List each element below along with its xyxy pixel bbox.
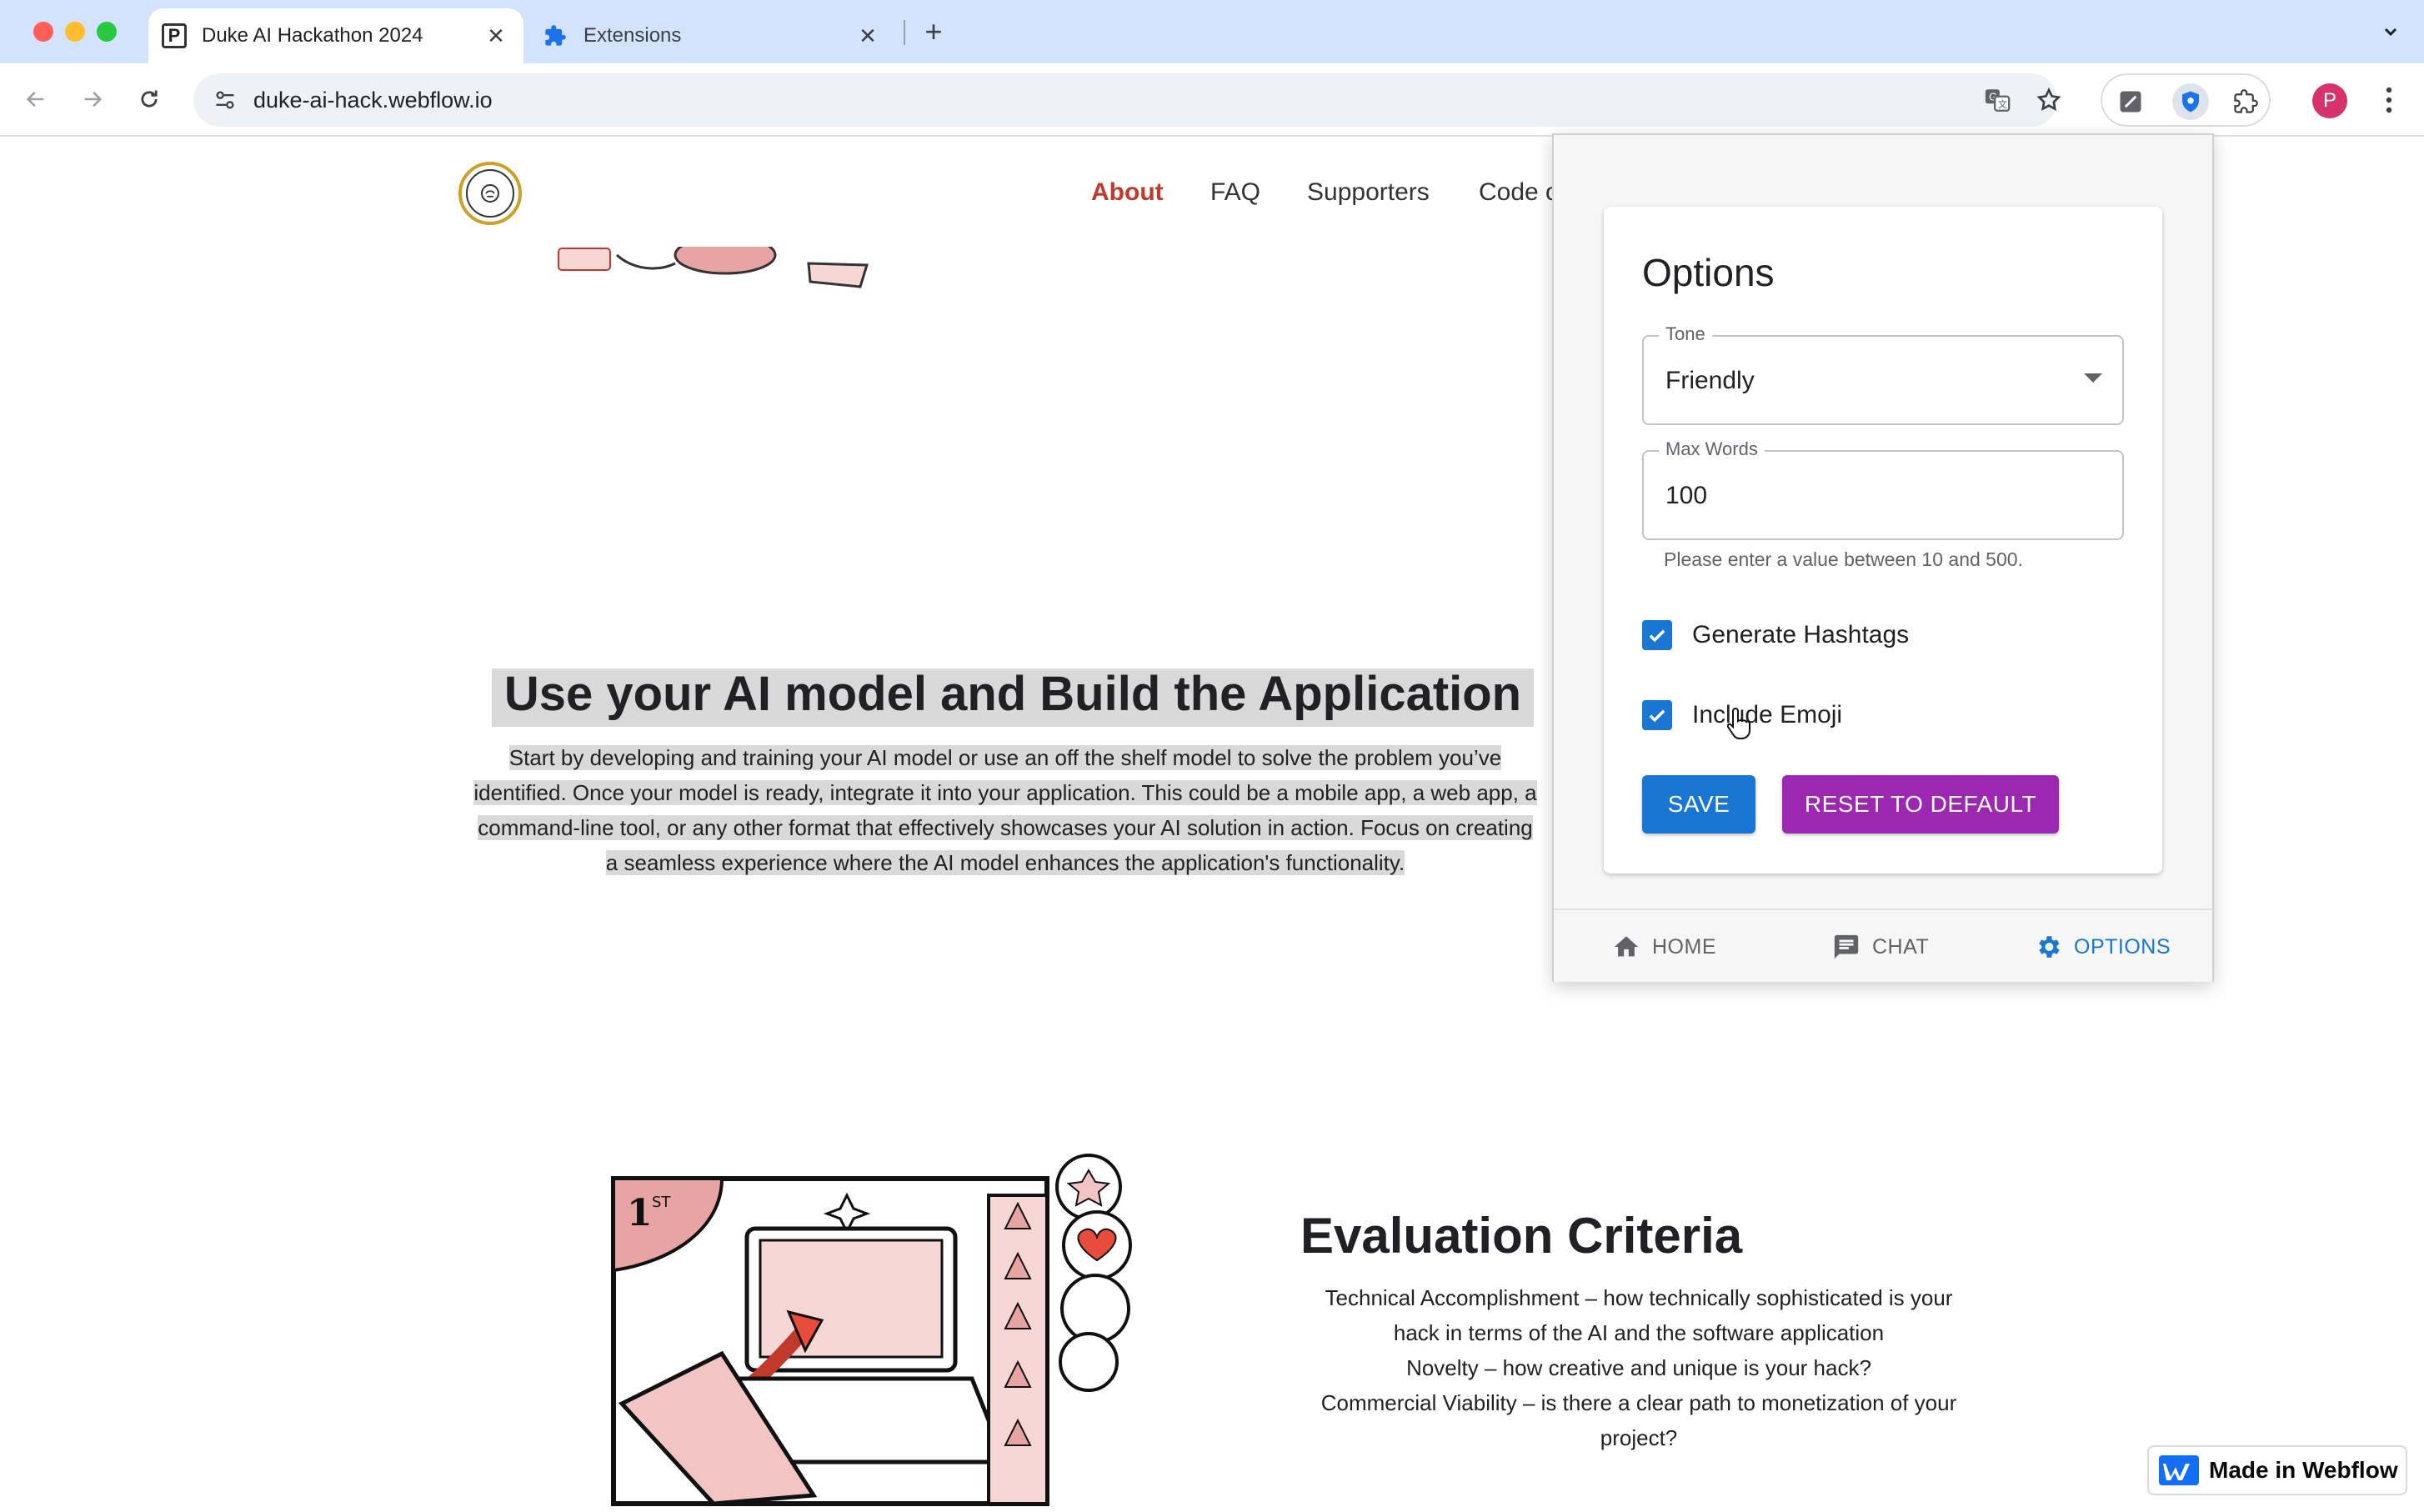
evaluation-title: Evaluation Criteria: [1300, 1208, 1743, 1264]
paragraph-line: Start by developing and training your AI…: [508, 745, 1502, 770]
tone-value: Friendly: [1665, 367, 1755, 394]
gear-icon: [2039, 936, 2060, 958]
extension-1-icon[interactable]: [2112, 83, 2149, 120]
include-emoji-label: Include Emoji: [1692, 701, 1843, 728]
zoom-window-button[interactable]: [97, 22, 117, 42]
hand-cursor-icon: [1727, 707, 1750, 739]
checkbox-checked-icon[interactable]: [1642, 620, 1672, 650]
puzzle-icon: [542, 23, 568, 49]
site-info-icon[interactable]: [208, 88, 242, 112]
nav-home-label: HOME: [1652, 934, 1716, 959]
evaluation-criteria-text: Technical Accomplishment – how technical…: [1300, 1280, 1977, 1455]
forward-arrow-icon[interactable]: [73, 80, 112, 118]
dropdown-caret-icon: [2084, 373, 2102, 383]
nav-options[interactable]: OPTIONS: [2034, 929, 2171, 965]
options-title: Options: [1642, 251, 1775, 294]
tab-title: Duke AI Hackathon 2024: [202, 24, 423, 47]
url-text: duke-ai-hack.webflow.io: [253, 87, 493, 113]
criteria-line: Technical Accomplishment – how technical…: [1325, 1285, 1953, 1310]
nav-chat-label: CHAT: [1872, 934, 1930, 959]
paragraph-line: command-line tool, or any other format t…: [478, 815, 1533, 840]
criteria-line: Novelty – how creative and unique is you…: [1406, 1355, 1871, 1380]
logo-emblem: [466, 169, 514, 218]
bookmark-star-icon[interactable]: [2031, 82, 2067, 118]
nav-faq[interactable]: FAQ: [1210, 178, 1260, 207]
svg-text:ST: ST: [652, 1194, 671, 1211]
checkbox-checked-icon[interactable]: [1642, 700, 1672, 730]
evaluation-illustration: 1 ST: [611, 1154, 1132, 1506]
translate-icon[interactable]: G文: [1979, 82, 2016, 118]
build-section-title: Use your AI model and Build the Applicat…: [503, 667, 1522, 721]
nav-home[interactable]: HOME: [1612, 929, 1716, 965]
address-bar[interactable]: duke-ai-hack.webflow.io: [193, 73, 2057, 127]
nav-about[interactable]: About: [1091, 178, 1164, 207]
popup-bottom-nav: HOME CHAT OPTIONS: [1554, 909, 2212, 982]
hero-illustration: [558, 247, 869, 288]
generate-hashtags-label: Generate Hashtags: [1692, 621, 1910, 648]
close-window-button[interactable]: [33, 22, 53, 42]
webflow-badge-label: Made in Webflow: [2209, 1457, 2398, 1483]
extension-popup: Options Tone Friendly Max Words 100 Plea…: [1552, 133, 2214, 982]
home-icon: [1614, 936, 1639, 957]
max-words-helper-text: Please enter a value between 10 and 500.: [1664, 548, 2023, 570]
site-logo-icon[interactable]: [458, 162, 522, 225]
build-section-paragraph: Start by developing and training your AI…: [460, 740, 1550, 880]
reload-icon[interactable]: [130, 80, 168, 118]
paragraph-line: a seamless experience where the AI model…: [605, 850, 1405, 875]
new-tab-button[interactable]: +: [917, 14, 950, 48]
site-favicon-icon: P: [162, 23, 187, 48]
tab-close-icon[interactable]: ✕: [854, 22, 882, 50]
nav-options-label: OPTIONS: [2074, 934, 2171, 959]
nav-supporters[interactable]: Supporters: [1307, 178, 1430, 207]
svg-text:1: 1: [627, 1192, 653, 1234]
tone-label: Tone: [1659, 323, 1712, 345]
tab-search-chevron-icon[interactable]: [2374, 15, 2407, 48]
max-words-field[interactable]: Max Words 100: [1642, 438, 2124, 540]
extension-active-icon[interactable]: [2172, 83, 2209, 120]
nav-chat[interactable]: CHAT: [1832, 929, 1929, 965]
browser-menu-icon[interactable]: [2372, 80, 2406, 120]
extensions-puzzle-icon[interactable]: [2227, 83, 2264, 120]
paragraph-line: identified. Once your model is ready, in…: [473, 780, 1537, 805]
svg-text:文: 文: [1998, 98, 2007, 110]
tab-extensions[interactable]: Extensions ✕: [528, 8, 895, 63]
save-button[interactable]: SAVE: [1642, 775, 1755, 834]
chat-icon: [1834, 934, 1859, 959]
tab-separator: [904, 20, 905, 45]
reset-to-default-button[interactable]: RESET TO DEFAULT: [1782, 775, 2059, 834]
criteria-line: Commercial Viability – is there a clear …: [1320, 1390, 1957, 1415]
criteria-line: project?: [1600, 1425, 1678, 1450]
extensions-group: [2101, 73, 2271, 127]
made-in-webflow-badge[interactable]: Made in Webflow: [2147, 1445, 2407, 1495]
max-words-value: 100: [1665, 482, 1708, 509]
tab-close-icon[interactable]: ✕: [482, 22, 510, 50]
tone-select[interactable]: Tone Friendly: [1642, 323, 2124, 425]
profile-avatar[interactable]: P: [2312, 83, 2347, 118]
browser-toolbar: duke-ai-hack.webflow.io G文: [0, 63, 2424, 137]
minimize-window-button[interactable]: [65, 22, 85, 42]
generate-hashtags-checkbox-row[interactable]: Generate Hashtags: [1642, 620, 1909, 650]
criteria-line: hack in terms of the AI and the software…: [1393, 1320, 1885, 1345]
tab-bar: P Duke AI Hackathon 2024 ✕ Extensions ✕ …: [0, 0, 2424, 63]
webflow-logo-icon: [2159, 1455, 2199, 1485]
back-arrow-icon[interactable]: [17, 80, 55, 118]
options-card: Options Tone Friendly Max Words 100 Plea…: [1604, 207, 2162, 874]
max-words-label: Max Words: [1659, 438, 1765, 460]
tab-duke-ai-hackathon[interactable]: P Duke AI Hackathon 2024 ✕: [148, 8, 523, 63]
tab-title: Extensions: [583, 24, 682, 47]
